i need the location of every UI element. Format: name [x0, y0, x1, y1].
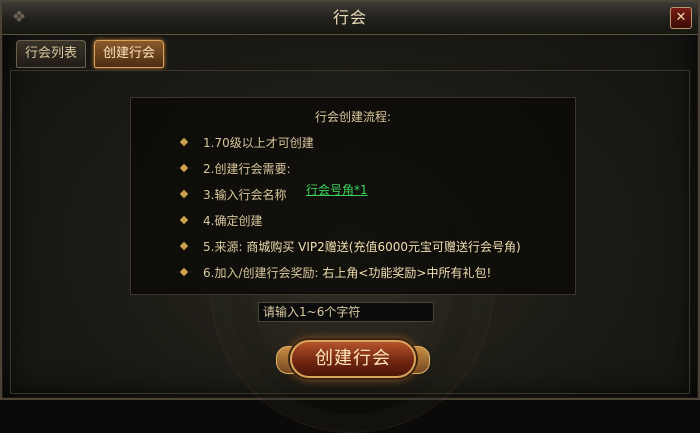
step-highlight: 右上角<功能奖励>中所有礼包! [322, 266, 492, 280]
step-text: 3.输入行会名称 [203, 188, 287, 202]
step-text: 5.来源: 商城购买 VIP2赠送(充值6000元宝可赠送行会号角) [203, 238, 521, 256]
step-prefix: 6.加入/创建行会奖励: [203, 266, 319, 280]
step-highlight: 商城购买 VIP2赠送(充值6000元宝可赠送行会号角) [246, 240, 521, 254]
step-text: 2.创建行会需要: [203, 162, 291, 176]
diamond-bullet-icon [179, 137, 189, 147]
tab-guild-list[interactable]: 行会列表 [16, 40, 86, 68]
diamond-bullet-icon [179, 267, 189, 277]
guild-horn-link[interactable]: 行会号角*1 [306, 181, 368, 198]
diamond-bullet-icon [179, 241, 189, 251]
create-guild-button[interactable]: 创建行会 [290, 340, 416, 378]
title-bar: ❖ 行会 ✕ [2, 2, 698, 35]
step-text: 1.70级以上才可创建 [203, 136, 314, 150]
close-button[interactable]: ✕ [670, 7, 692, 29]
step-prefix: 5.来源: [203, 240, 243, 254]
diamond-bullet-icon [179, 163, 189, 173]
creation-info-box: 行会创建流程: 1.70级以上才可创建 2.创建行会需要: 3.输入行会名称 行… [130, 97, 576, 295]
step-text: 6.加入/创建行会奖励: 右上角<功能奖励>中所有礼包! [203, 264, 491, 282]
info-heading: 行会创建流程: [314, 110, 392, 124]
diamond-bullet-icon [179, 215, 189, 225]
guild-name-input[interactable] [258, 302, 434, 322]
step-text: 4.确定创建 [203, 214, 263, 228]
tab-create-guild[interactable]: 创建行会 [94, 40, 164, 68]
guild-window: ❖ 行会 ✕ 行会列表 创建行会 行会创建流程: 1.70级以上才可创建 2.创… [0, 0, 700, 433]
window-title: 行会 [332, 8, 367, 27]
diamond-bullet-icon [179, 189, 189, 199]
